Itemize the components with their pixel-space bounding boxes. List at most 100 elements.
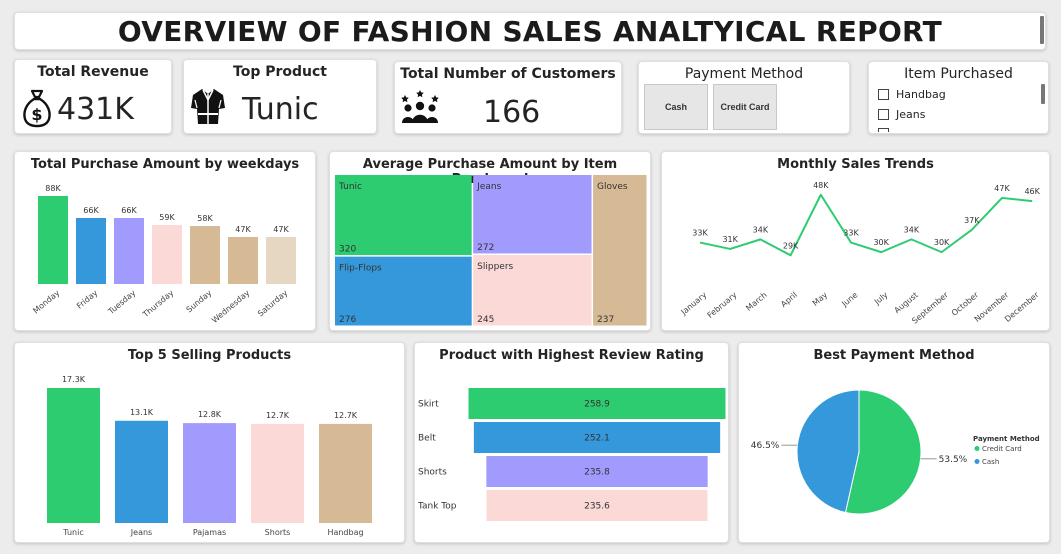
weekday-chart-card: Total Purchase Amount by weekdays 88K Mon… [14, 151, 316, 331]
monthly-tick-label: June [839, 290, 859, 309]
monthly-point-label: 30K [873, 238, 889, 247]
weekday-bar-label: 47K [235, 225, 251, 234]
item-option-handbag-label: Handbag [896, 88, 946, 101]
top5-bar-label: 17.3K [62, 375, 86, 384]
weekday-bar-label: 47K [273, 225, 289, 234]
monthly-point-label: 48K [813, 181, 829, 190]
monthly-tick-label: March [744, 290, 768, 313]
monthly-point-label: 30K [934, 238, 950, 247]
top5-bar [115, 420, 168, 523]
monthly-sales-line [699, 193, 1033, 257]
top5-bar-label: 12.8K [198, 410, 222, 419]
monthly-point-label: 29K [783, 241, 799, 250]
item-option-jeans-checkbox[interactable] [878, 109, 889, 120]
weekday-bar [76, 218, 106, 284]
top5-bar [251, 423, 304, 523]
item-option-partial-checkbox [878, 128, 889, 132]
title-scrollbar[interactable] [1040, 16, 1044, 44]
weekday-bar-chart: 88K Monday 66K Friday 66K Tuesday 59K Thursday 5… [31, 184, 296, 325]
weekday-tick-label: Friday [75, 288, 100, 311]
treemap-tile-value: 272 [477, 243, 494, 253]
review-bar-value: 258.9 [584, 400, 610, 410]
monthly-tick-label: August [893, 290, 920, 315]
top5-bar [183, 423, 236, 523]
monthly-point-label: 33K [843, 229, 859, 238]
kpi-customers: Total Number of Customers 166 [394, 61, 622, 134]
pie-legend-swatch [974, 459, 980, 464]
weekday-tick-label: Monday [31, 288, 61, 315]
kpi-customers-value: 166 [483, 95, 541, 130]
weekday-bar-label: 66K [121, 206, 137, 215]
top5-bar-label: 12.7K [266, 411, 290, 420]
treemap-tile-value: 237 [597, 315, 614, 325]
pie-slice-label: 46.5% [751, 441, 780, 451]
weekday-tick-label: Thursday [140, 288, 175, 320]
monthly-point-label: 37K [964, 216, 980, 225]
item-option-handbag[interactable]: Handbag [878, 88, 946, 101]
payment-method-slicer: Payment Method Cash Credit Card [638, 61, 850, 134]
treemap-card: Average Purchase Amount by Item Purchase… [329, 151, 651, 331]
weekday-bar-label: 59K [159, 213, 175, 222]
item-slicer-scrollbar[interactable] [1041, 84, 1045, 104]
treemap-tile-value: 245 [477, 315, 494, 325]
treemap-tile-name: Jeans [476, 182, 501, 192]
pie-slice-label: 53.5% [939, 455, 968, 465]
top5-tick-label: Pajamas [193, 528, 226, 537]
treemap-tile-name: Tunic [338, 182, 362, 192]
weekday-bar-label: 58K [197, 214, 213, 223]
monthly-chart-card: Monthly Sales Trends 33K January 31K Februa… [661, 151, 1050, 331]
weekday-tick-label: Sunday [185, 288, 214, 314]
treemap-tile-name: Gloves [597, 182, 628, 192]
monthly-tick-label: May [811, 290, 830, 308]
top5-bar [47, 388, 100, 523]
report-title-banner: OVERVIEW OF FASHION SALES ANALTYICAL REP… [14, 12, 1046, 50]
treemap-tile-gloves [593, 175, 647, 326]
monthly-point-label: 47K [994, 184, 1010, 193]
item-purchased-slicer-title: Item Purchased [904, 66, 1013, 82]
weekday-bar [114, 218, 144, 284]
treemap-tile-value: 320 [339, 245, 356, 255]
weekday-bar [38, 196, 68, 284]
payment-pie-card: Best Payment Method 53.5% 46.5% Payment Me… [738, 342, 1050, 543]
weekday-bar [228, 237, 258, 284]
kpi-top-product: Top Product Tunic [183, 59, 377, 134]
weekday-bar [152, 225, 182, 284]
top5-tick-label: Tunic [62, 528, 83, 537]
treemap-tile-name: Slippers [477, 262, 513, 272]
monthly-line-chart: 33K January 31K February 34K March 29K April 48K… [679, 181, 1042, 326]
item-option-handbag-checkbox[interactable] [878, 89, 889, 100]
top5-bar [319, 423, 372, 523]
weekday-bar-label: 88K [45, 184, 61, 193]
payment-credit-card-tile[interactable]: Credit Card [713, 84, 777, 130]
monthly-point-label: 34K [904, 225, 920, 234]
pie-legend-label: Credit Card [982, 445, 1022, 453]
weekday-tick-label: Saturday [256, 288, 290, 318]
tunic-icon [191, 89, 225, 124]
payment-method-slicer-title: Payment Method [684, 66, 804, 82]
top5-tick-label: Jeans [130, 528, 152, 537]
item-option-jeans[interactable]: Jeans [878, 108, 925, 121]
monthly-tick-label: February [706, 290, 739, 320]
monthly-tick-label: December [1003, 290, 1041, 324]
review-category-label: Shorts [418, 468, 447, 478]
review-category-label: Tank Top [417, 502, 457, 512]
top5-bar-chart: 17.3K Tunic 13.1K Jeans 12.8K Pajamas 12.7K Sho… [47, 375, 372, 537]
top5-bar-label: 13.1K [130, 408, 154, 417]
monthly-point-label: 33K [692, 229, 708, 238]
review-bar-value: 235.8 [584, 468, 610, 478]
top5-bar-label: 12.7K [334, 411, 358, 420]
money-bag-icon: $ [23, 89, 51, 128]
review-chart-card: Product with Highest Review Rating 258.9… [414, 342, 729, 543]
pie-legend-label: Cash [982, 458, 999, 466]
top5-tick-label: Handbag [327, 528, 363, 537]
item-option-jeans-label: Jeans [896, 108, 926, 121]
monthly-tick-label: January [679, 290, 709, 317]
svg-text:$: $ [31, 105, 42, 124]
pie-legend-title: Payment Method [973, 435, 1040, 443]
weekday-tick-label: Tuesday [106, 288, 138, 317]
monthly-tick-label: July [872, 290, 890, 307]
payment-cash-tile[interactable]: Cash [644, 84, 708, 130]
weekday-bar [266, 237, 296, 284]
item-purchased-slicer: Item Purchased Handbag Jeans [868, 61, 1049, 134]
review-funnel-chart: 258.9 Skirt 252.1 Belt 235.8 Shorts 235.6 Tank … [417, 388, 726, 521]
